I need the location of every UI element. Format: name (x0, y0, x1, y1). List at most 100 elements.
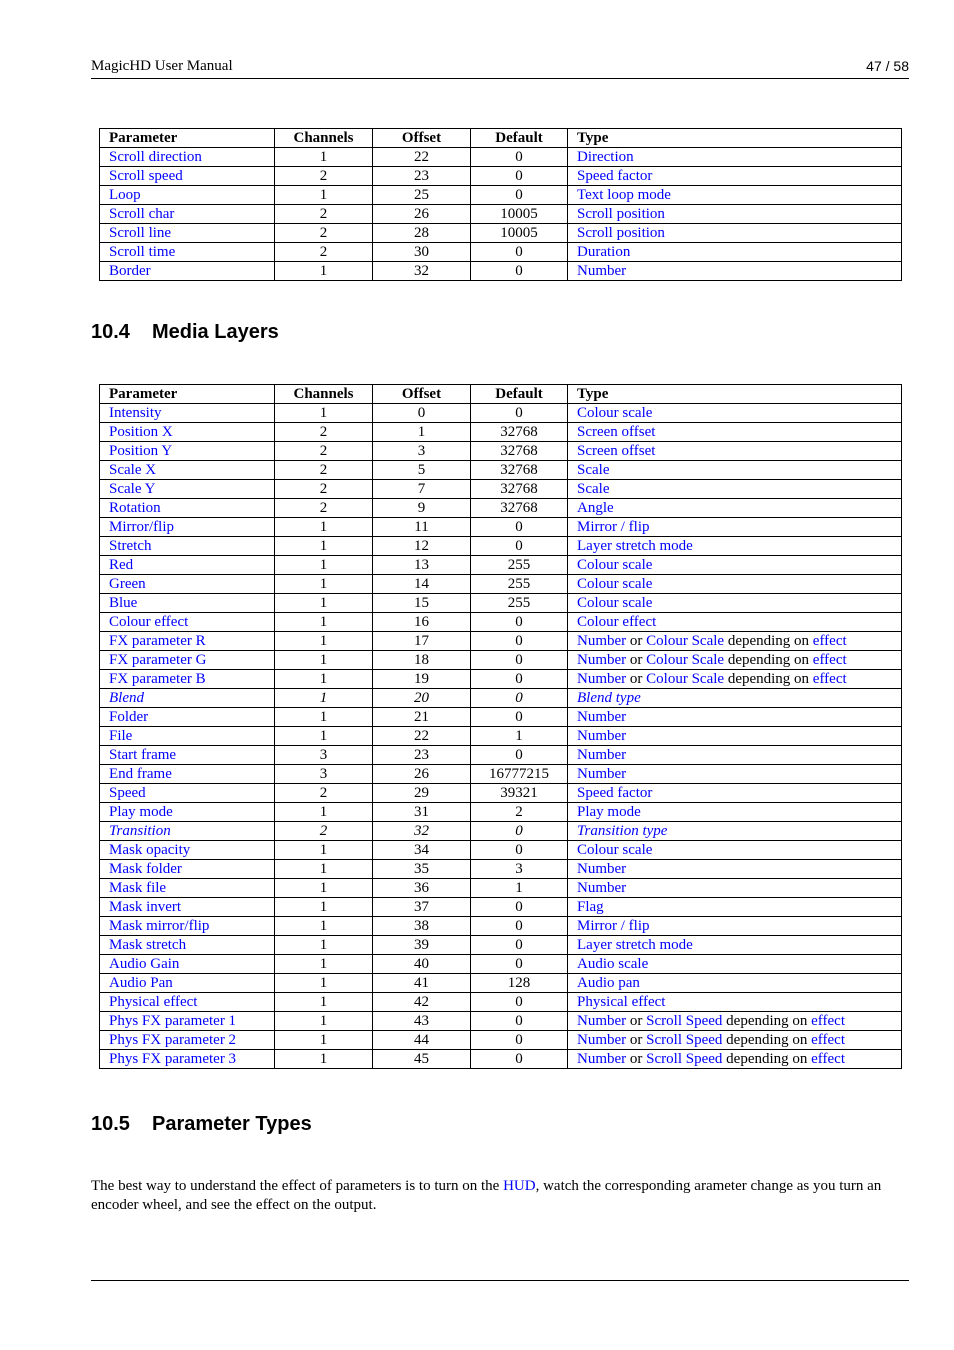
parameter-link[interactable]: Physical effect (109, 994, 197, 1010)
parameter-link[interactable]: Transition (109, 823, 171, 839)
type-link[interactable]: Colour Scale (646, 652, 724, 668)
type-link[interactable]: effect (811, 1051, 845, 1067)
type-link[interactable]: Number (577, 1013, 626, 1029)
parameter-link[interactable]: Phys FX parameter 1 (109, 1013, 236, 1029)
parameter-link[interactable]: Scroll char (109, 206, 174, 222)
parameter-link[interactable]: FX parameter B (109, 671, 206, 687)
table-row: Mask mirror/flip 1 38 0 Mirror / flip (99, 916, 902, 936)
type-link[interactable]: Colour effect (577, 614, 656, 630)
type-link[interactable]: effect (813, 671, 847, 687)
type-link[interactable]: Number (577, 709, 626, 725)
type-link[interactable]: Colour scale (577, 405, 652, 421)
parameter-link[interactable]: Position Y (109, 443, 172, 459)
parameter-link[interactable]: Audio Pan (109, 975, 173, 991)
parameter-link[interactable]: File (109, 728, 132, 744)
type-link[interactable]: Scroll Speed (646, 1013, 722, 1029)
type-link[interactable]: Layer stretch mode (577, 937, 693, 953)
parameter-link[interactable]: Phys FX parameter 3 (109, 1051, 236, 1067)
type-link[interactable]: Scale (577, 462, 609, 478)
type-link[interactable]: Flag (577, 899, 604, 915)
parameter-link[interactable]: Mask mirror/flip (109, 918, 209, 934)
type-link[interactable]: Audio pan (577, 975, 640, 991)
column-header-default: Default (470, 384, 568, 404)
default-cell: 0 (470, 536, 568, 556)
type-link[interactable]: Audio scale (577, 956, 648, 972)
parameter-link[interactable]: Rotation (109, 500, 161, 516)
parameter-link[interactable]: Scroll line (109, 225, 171, 241)
type-link[interactable]: Physical effect (577, 994, 665, 1010)
parameter-link[interactable]: Folder (109, 709, 148, 725)
type-link[interactable]: effect (813, 633, 847, 649)
hud-link[interactable]: HUD (503, 1178, 536, 1194)
type-link[interactable]: Angle (577, 500, 614, 516)
parameter-link[interactable]: Audio Gain (109, 956, 179, 972)
parameter-link[interactable]: Scroll speed (109, 168, 183, 184)
type-link[interactable]: Play mode (577, 804, 641, 820)
type-link[interactable]: effect (811, 1032, 845, 1048)
parameter-link[interactable]: Phys FX parameter 2 (109, 1032, 236, 1048)
type-link[interactable]: Colour Scale (646, 633, 724, 649)
type-link[interactable]: Number (577, 880, 626, 896)
parameter-link[interactable]: Mask folder (109, 861, 182, 877)
parameter-link[interactable]: Start frame (109, 747, 176, 763)
type-link[interactable]: Number (577, 263, 626, 279)
type-link[interactable]: Mirror / flip (577, 918, 650, 934)
parameter-link[interactable]: Intensity (109, 405, 162, 421)
parameter-link[interactable]: Mask invert (109, 899, 181, 915)
parameter-link[interactable]: Mirror/flip (109, 519, 174, 535)
type-link[interactable]: Scroll Speed (646, 1032, 722, 1048)
parameter-link[interactable]: Blend (109, 690, 144, 706)
type-link[interactable]: Colour Scale (646, 671, 724, 687)
type-link[interactable]: effect (813, 652, 847, 668)
type-link[interactable]: Colour scale (577, 557, 652, 573)
parameter-link[interactable]: Blue (109, 595, 137, 611)
type-link[interactable]: Number (577, 652, 626, 668)
type-link[interactable]: Scale (577, 481, 609, 497)
type-link[interactable]: Duration (577, 244, 630, 260)
type-link[interactable]: Number (577, 728, 626, 744)
parameter-link[interactable]: Border (109, 263, 151, 279)
type-link[interactable]: Transition type (577, 823, 667, 839)
parameter-link[interactable]: Mask stretch (109, 937, 186, 953)
type-link[interactable]: Number (577, 1051, 626, 1067)
type-link[interactable]: Number (577, 861, 626, 877)
type-link[interactable]: Screen offset (577, 424, 655, 440)
type-link[interactable]: Number (577, 1032, 626, 1048)
parameter-link[interactable]: Scale Y (109, 481, 156, 497)
parameter-link[interactable]: Position X (109, 424, 173, 440)
parameter-link[interactable]: FX parameter G (109, 652, 206, 668)
parameter-link[interactable]: Colour effect (109, 614, 188, 630)
type-link[interactable]: Direction (577, 149, 634, 165)
type-link[interactable]: Speed factor (577, 168, 652, 184)
type-link[interactable]: Colour scale (577, 595, 652, 611)
parameter-link[interactable]: Play mode (109, 804, 173, 820)
type-link[interactable]: Colour scale (577, 576, 652, 592)
parameter-link[interactable]: Mask file (109, 880, 166, 896)
parameter-link[interactable]: Stretch (109, 538, 152, 554)
parameter-link[interactable]: End frame (109, 766, 172, 782)
parameter-link[interactable]: Loop (109, 187, 141, 203)
type-link[interactable]: Number (577, 633, 626, 649)
type-link[interactable]: Blend type (577, 690, 641, 706)
type-link[interactable]: Layer stretch mode (577, 538, 693, 554)
type-link[interactable]: Scroll position (577, 206, 665, 222)
type-link[interactable]: effect (811, 1013, 845, 1029)
type-link[interactable]: Screen offset (577, 443, 655, 459)
type-link[interactable]: Number (577, 766, 626, 782)
type-link[interactable]: Colour scale (577, 842, 652, 858)
parameter-link[interactable]: Scroll time (109, 244, 175, 260)
type-link[interactable]: Text loop mode (577, 187, 671, 203)
parameter-link[interactable]: FX parameter R (109, 633, 206, 649)
parameter-link[interactable]: Speed (109, 785, 146, 801)
type-link[interactable]: Scroll position (577, 225, 665, 241)
type-link[interactable]: Number (577, 671, 626, 687)
parameter-link[interactable]: Scroll direction (109, 149, 202, 165)
parameter-link[interactable]: Green (109, 576, 146, 592)
parameter-link[interactable]: Red (109, 557, 133, 573)
type-link[interactable]: Scroll Speed (646, 1051, 722, 1067)
type-link[interactable]: Speed factor (577, 785, 652, 801)
parameter-link[interactable]: Scale X (109, 462, 156, 478)
type-link[interactable]: Number (577, 747, 626, 763)
type-link[interactable]: Mirror / flip (577, 519, 650, 535)
parameter-link[interactable]: Mask opacity (109, 842, 190, 858)
